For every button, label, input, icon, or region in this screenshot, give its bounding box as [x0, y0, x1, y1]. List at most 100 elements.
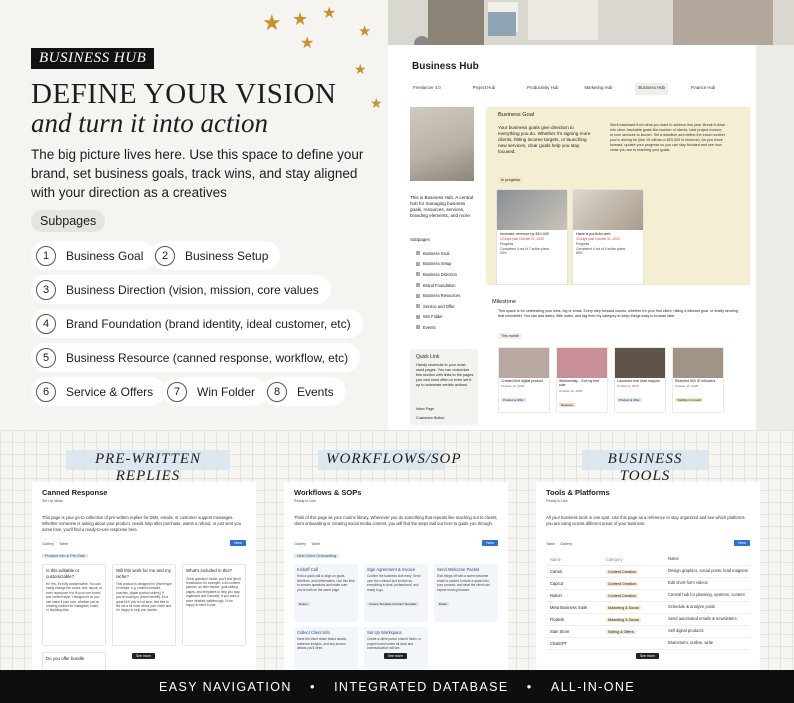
page-icon	[416, 261, 420, 266]
view-tab-table[interactable]: Table	[59, 542, 68, 546]
bullet-icon: ●	[309, 682, 317, 691]
card-body: Confirm the business side early. Send ov…	[367, 574, 421, 592]
sidebar-item[interactable]: Business Goal	[416, 248, 460, 259]
subpage-pill[interactable]: 5 Business Resource (canned response, wo…	[31, 343, 361, 372]
table-row[interactable]: Stan Store Selling & Offers Sell digital…	[546, 626, 750, 638]
sidebar-item[interactable]: Business Direction	[416, 269, 460, 280]
tool-notes: Brainstorm, outline, write	[668, 640, 714, 646]
tab-project-hub[interactable]: Project Hub	[470, 83, 498, 95]
category-tag: Marketing & Social	[606, 605, 641, 610]
number-badge: 4	[36, 313, 56, 334]
milestone-card[interactable]: Created first digital product October 12…	[498, 347, 550, 413]
view-tab-gallery[interactable]: Gallery	[42, 542, 54, 546]
sidebar-subpages-label: Subpages	[410, 237, 430, 242]
subpage-pill[interactable]: 8 Events	[262, 377, 346, 406]
view-tab-gallery[interactable]: Gallery	[560, 542, 572, 546]
panel-description: All your business tools in one spot. Use…	[546, 515, 745, 526]
tool-notes: Central hub for planning, systems, conte…	[668, 592, 745, 598]
business-goal-section: Business Goal Your business goals give d…	[486, 107, 750, 285]
sidebar-item-label: Events	[423, 324, 436, 330]
milestone-description: This space is for celebrating your wins,…	[498, 309, 738, 318]
milestone-card[interactable]: Reached 500 IG followers October 15, 202…	[672, 347, 724, 413]
subpage-pill[interactable]: 2 Business Setup	[150, 241, 281, 270]
inbox-page-button[interactable]: Inbox Page	[416, 407, 434, 411]
sidebar-item[interactable]: Business Resources	[416, 290, 460, 301]
tool-notes: Schedule & analyze posts	[668, 604, 716, 610]
canned-response-panel: Canned Response Set Up Ideas This page i…	[32, 482, 256, 670]
table-row[interactable]: Meta Business Suite Marketing & Social S…	[546, 602, 750, 614]
panel-title: Canned Response	[42, 488, 108, 497]
quick-link-title: Quick Link	[416, 354, 440, 360]
view-tab-table[interactable]: Table	[311, 542, 320, 546]
sidebar-item[interactable]: Brand Foundation	[416, 280, 460, 291]
subpage-pill[interactable]: 4 Brand Foundation (brand identity, idea…	[31, 309, 363, 338]
tab-marketing-hub[interactable]: Marketing Hub	[581, 83, 615, 95]
reply-card[interactable]: Will this work for me and my niche? This…	[112, 564, 176, 646]
sidebar-item-label: Business Setup	[423, 261, 452, 267]
date-filter[interactable]: This month	[498, 333, 522, 339]
tab-finance-hub[interactable]: Finance Hub	[688, 83, 718, 95]
workflow-card[interactable]: Collect Client Info Have the client shar…	[294, 627, 358, 669]
reply-card[interactable]: What's included in this? Great question!…	[182, 564, 246, 646]
sidebar-item-label: Win Folder	[423, 314, 443, 320]
workflow-card[interactable]: Set Up Workspace Create a client portal,…	[364, 627, 428, 669]
goal-card[interactable]: Increase revenue by $10,000 15 days past…	[496, 189, 568, 285]
sidebar-subpage-list: Business Goal Business Setup Business Di…	[416, 248, 460, 333]
category-tag: Content Creation	[606, 569, 638, 574]
sidebar-item[interactable]: Service and Offer	[416, 301, 460, 312]
panel-description: This page is your go-to collection of pr…	[42, 515, 242, 532]
table-row[interactable]: Capcut Content Creation Edit short-form …	[546, 578, 750, 590]
table-row[interactable]: Notion Content Creation Central hub for …	[546, 590, 750, 602]
star-icon: ★	[358, 23, 372, 40]
status-filter[interactable]: In progress	[498, 177, 523, 183]
reply-card[interactable]: Is this editable or customizable? Hi! Ye…	[42, 564, 106, 646]
new-button[interactable]: New	[230, 540, 246, 546]
table-row[interactable]: Canva Content Creation Design graphics, …	[546, 566, 750, 578]
subpage-pill[interactable]: 3 Business Direction (vision, mission, c…	[31, 275, 331, 304]
tab-productivity-hub[interactable]: Productivity Hub	[524, 83, 561, 95]
view-bar: Gallery Table New	[294, 540, 498, 546]
workflow-card[interactable]: Sign Agreement & Invoice Confirm the bus…	[364, 564, 428, 622]
group-header[interactable]: Product Info & Pre-Sale	[42, 554, 246, 558]
sidebar-item[interactable]: Business Setup	[416, 259, 460, 270]
view-bar: Table Gallery New	[546, 540, 750, 546]
reply-card[interactable]: Do you offer bundle	[42, 652, 106, 670]
milestone-card[interactable]: Launched free lead magnet October 8, 202…	[614, 347, 666, 413]
new-button[interactable]: New	[482, 540, 498, 546]
milestone-card[interactable]: Wednesday... Got my first sale October 1…	[556, 347, 608, 413]
subpage-pill[interactable]: 7 Win Folder	[162, 377, 268, 406]
card-title: Set Up Workspace	[367, 630, 402, 635]
see-more-button[interactable]: See more	[636, 653, 659, 659]
new-button[interactable]: New	[734, 540, 750, 546]
table-row[interactable]: Flodesk Marketing & Social Send automate…	[546, 614, 750, 626]
page-icon	[416, 251, 420, 256]
panel-title: Workflows & SOPs	[294, 488, 362, 497]
subpage-pill[interactable]: 1 Business Goal	[31, 241, 156, 270]
category-tag: Marketing & Social	[606, 617, 641, 622]
see-more-button[interactable]: See more	[132, 653, 155, 659]
sidebar-item[interactable]: Win Folder	[416, 312, 460, 323]
view-tab-gallery[interactable]: Gallery	[294, 542, 306, 546]
footer-feature: EASY NAVIGATION	[158, 679, 292, 694]
card-title: Is this editable or customizable?	[46, 568, 80, 579]
tool-notes: Edit short-form videos	[668, 580, 708, 586]
tab-freelancer[interactable]: Freelancer 4.0	[410, 83, 444, 95]
tab-business-hub[interactable]: Business Hub	[635, 83, 668, 95]
see-more-button[interactable]: See more	[384, 653, 407, 659]
card-date: October 12, 2025	[501, 384, 525, 389]
number-badge: 2	[155, 245, 175, 266]
workflow-card[interactable]: Kickoff Call Host a quick call to align …	[294, 564, 358, 622]
section-heading: WORKFLOWS/SOP	[318, 450, 461, 470]
category-tag: Visibility & Growth	[675, 398, 704, 403]
page-icon	[416, 304, 420, 309]
card-body: Hi! Yes, it's fully customizable. You ca…	[46, 582, 102, 613]
group-header[interactable]: New Client Onboarding	[294, 554, 498, 558]
view-tab-table[interactable]: Table	[546, 542, 555, 546]
subpage-pill[interactable]: 6 Service & Offers	[31, 377, 166, 406]
number-badge: 1	[36, 245, 56, 266]
workflow-card[interactable]: Send Welcome Packet Kick things off with…	[434, 564, 498, 622]
table-row[interactable]: ChatGPT Brainstorm, outline, write	[546, 638, 750, 650]
goal-card[interactable]: Have a portfolio web 30 days past Octobe…	[572, 189, 644, 285]
customize-button[interactable]: Customize Button	[416, 416, 444, 420]
sidebar-item[interactable]: Events	[416, 322, 460, 333]
